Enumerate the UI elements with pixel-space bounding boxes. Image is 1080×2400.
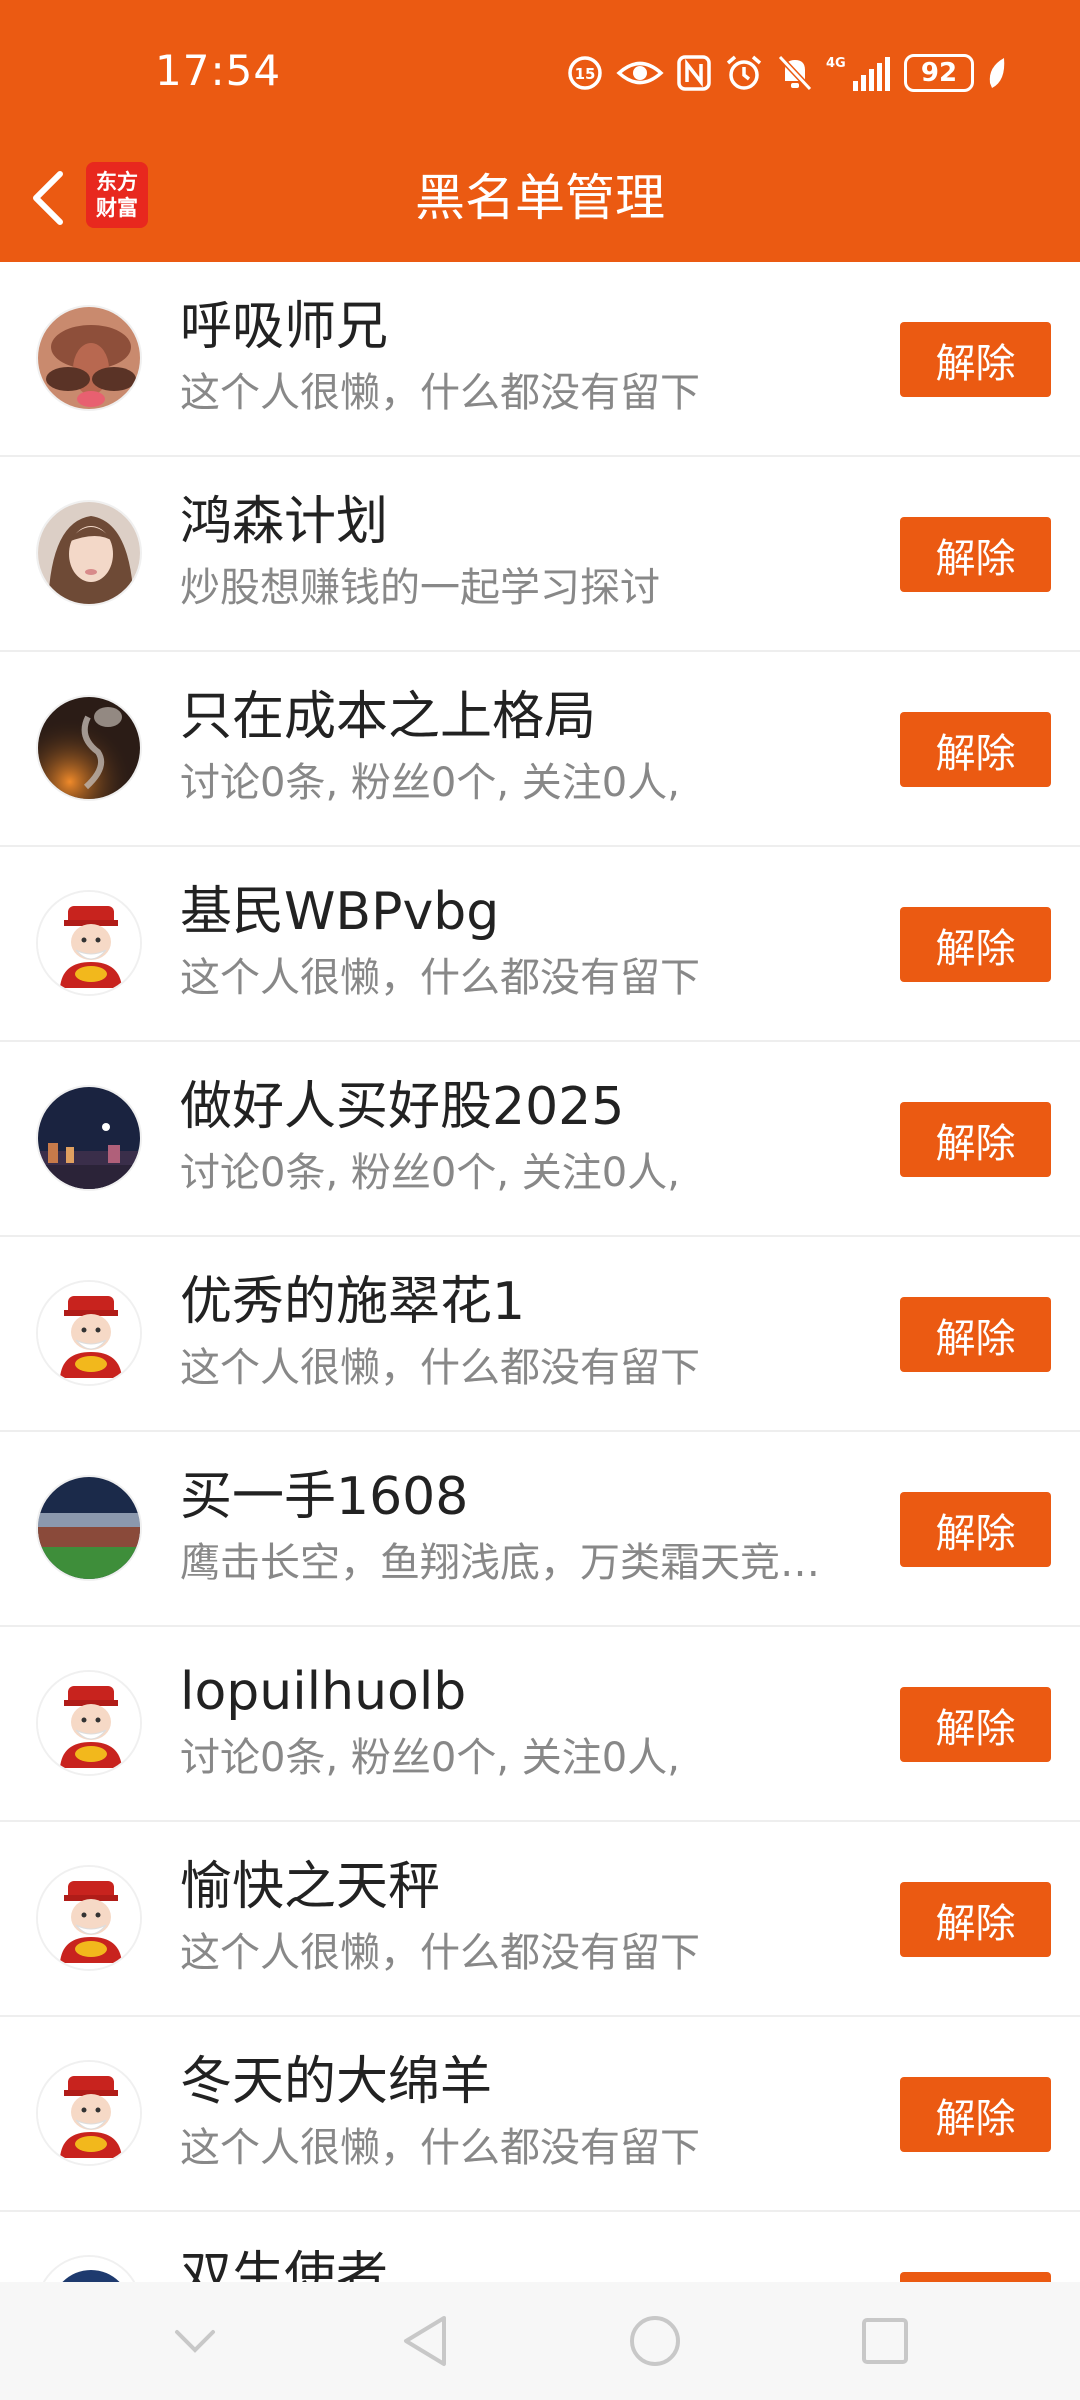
user-name[interactable]: 基民WBPvbg [180, 881, 499, 943]
navigation-bar: 东方 财富 黑名单管理 [0, 140, 1080, 262]
woman-portrait-avatar[interactable] [36, 500, 142, 606]
user-name[interactable]: 鸿森计划 [180, 491, 388, 553]
blocked-user-row: 只在成本之上格局讨论0条, 粉丝0个, 关注0人, 解除 [0, 652, 1080, 847]
unblock-button[interactable]: 解除 [900, 1687, 1051, 1762]
unblock-button[interactable]: 解除 [900, 907, 1051, 982]
unblock-button[interactable]: 解除 [900, 712, 1051, 787]
night-city-avatar[interactable] [36, 1085, 142, 1191]
user-bio: 讨论0条, 粉丝0个, 关注0人, [180, 1150, 680, 1196]
smoke-photo-avatar[interactable] [36, 695, 142, 801]
mute-icon [776, 53, 814, 93]
status-icons: 15 4G 92 [566, 50, 1008, 96]
user-bio: 鹰击长空，鱼翔浅底，万类霜天竞… [180, 1540, 820, 1586]
battery-indicator: 92 [904, 54, 974, 92]
user-name[interactable]: 买一手1608 [180, 1466, 468, 1528]
unblock-button[interactable]: 解除 [900, 1102, 1051, 1177]
unblock-button[interactable]: 解除 [900, 1297, 1051, 1372]
status-bar: 17:54 15 4G 92 [0, 0, 1080, 140]
face-closeup-avatar[interactable] [36, 305, 142, 411]
nfc-icon [676, 54, 712, 92]
blocked-user-row: 基民WBPvbg 这个人很懒，什么都没有留下 解除 [0, 847, 1080, 1042]
alarm-icon [724, 53, 764, 93]
unblock-button[interactable]: 解除 [900, 1882, 1051, 1957]
user-name[interactable]: 优秀的施翠花1 [180, 1271, 525, 1333]
user-bio: 讨论0条, 粉丝0个, 关注0人, [180, 1735, 680, 1781]
blocked-user-row: 鸿森计划炒股想赚钱的一起学习探讨 解除 [0, 457, 1080, 652]
user-name[interactable]: 呼吸师兄 [180, 296, 388, 358]
blocked-user-row: 做好人买好股2025 讨论0条, 粉丝0个, 关注0人, 解除 [0, 1042, 1080, 1237]
user-name[interactable]: 冬天的大绵羊 [180, 2051, 492, 2113]
user-bio: 讨论0条, 粉丝0个, 关注0人, [180, 760, 680, 806]
leaf-icon [986, 55, 1008, 91]
chevron-down-icon[interactable] [150, 2296, 240, 2386]
system-navigation-bar [0, 2282, 1080, 2400]
user-bio: 这个人很懒，什么都没有留下 [180, 2125, 700, 2171]
fortune-god-avatar[interactable] [36, 1670, 142, 1776]
blocked-user-row: 愉快之天秤这个人很懒，什么都没有留下 解除 [0, 1822, 1080, 2017]
svg-text:15: 15 [575, 65, 596, 83]
recents-square-icon[interactable] [840, 2296, 930, 2386]
blacklist: 呼吸师兄 这个人很懒，什么都没有留下 解除 鸿森计划 炒股想赚钱的一起学习探讨 解除 只… [0, 262, 1080, 2282]
blocked-user-row: 双生使者解除 [0, 2212, 1080, 2282]
signal-icon: 4G [826, 53, 892, 93]
user-bio: 炒股想赚钱的一起学习探讨 [180, 565, 660, 611]
fortune-god-avatar[interactable] [36, 1280, 142, 1386]
status-time: 17:54 [155, 46, 282, 95]
fortune-god-avatar[interactable] [36, 890, 142, 996]
blocked-user-row: 优秀的施翠花1 这个人很懒，什么都没有留下 解除 [0, 1237, 1080, 1432]
unblock-button[interactable]: 解除 [900, 2077, 1051, 2152]
user-name[interactable]: lopuilhuolb [180, 1661, 466, 1723]
blocked-user-row: lopuilhuolb 讨论0条, 粉丝0个, 关注0人, 解除 [0, 1627, 1080, 1822]
unblock-button[interactable]: 解除 [900, 1492, 1051, 1567]
user-bio: 这个人很懒，什么都没有留下 [180, 955, 700, 1001]
user-name[interactable]: 只在成本之上格局 [180, 686, 596, 748]
user-bio: 这个人很懒，什么都没有留下 [180, 370, 700, 416]
user-name[interactable]: 愉快之天秤 [180, 1856, 440, 1918]
home-circle-icon[interactable] [610, 2296, 700, 2386]
user-name[interactable]: 双生使者 [180, 2246, 388, 2282]
unblock-button[interactable]: 解除 [900, 2272, 1051, 2282]
unblock-button[interactable]: 解除 [900, 517, 1051, 592]
blocked-user-row: 买一手1608 鹰击长空，鱼翔浅底，万类霜天竞… 解除 [0, 1432, 1080, 1627]
eye-icon [616, 54, 664, 92]
fortune-god-avatar[interactable] [36, 1865, 142, 1971]
page-title: 黑名单管理 [415, 169, 665, 227]
unblock-button[interactable]: 解除 [900, 322, 1051, 397]
svg-text:4G: 4G [826, 56, 846, 71]
blocked-user-row: 呼吸师兄这个人很懒，什么都没有留下 解除 [0, 262, 1080, 457]
cartoon-avatar[interactable] [36, 2255, 142, 2282]
stadium-avatar[interactable] [36, 1475, 142, 1581]
user-bio: 这个人很懒，什么都没有留下 [180, 1930, 700, 1976]
blocked-user-row: 冬天的大绵羊这个人很懒，什么都没有留下 解除 [0, 2017, 1080, 2212]
fortune-god-avatar[interactable] [36, 2060, 142, 2166]
app-header: 17:54 15 4G 92 东方 财富 黑名单管理 [0, 0, 1080, 262]
user-bio: 这个人很懒，什么都没有留下 [180, 1345, 700, 1391]
user-name[interactable]: 做好人买好股2025 [180, 1076, 624, 1138]
back-triangle-icon[interactable] [380, 2296, 470, 2386]
ring-icon: 15 [566, 54, 604, 92]
